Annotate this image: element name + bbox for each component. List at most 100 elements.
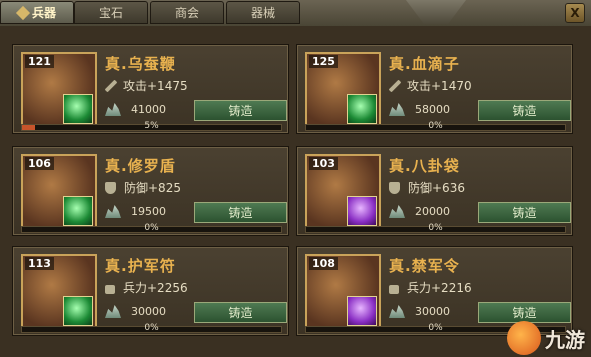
item-cost-value: 20000 — [415, 205, 450, 218]
gem-icon — [63, 296, 93, 326]
forge-progress-bar: 0% — [21, 323, 282, 333]
item-stat: 兵力+2216 — [389, 279, 472, 296]
forge-button[interactable]: 铸造 — [194, 100, 287, 121]
item-panel: 121 真.乌蚕鞭 攻击+1475 41000 铸造 5% 125 真.血滴子 … — [0, 26, 591, 357]
item-name: 真.护军符 — [105, 257, 176, 275]
forge-button[interactable]: 铸造 — [194, 302, 287, 323]
weapon-tab-icon — [15, 5, 31, 20]
item-name: 真.禁军令 — [389, 257, 460, 275]
item-cost: 30000 — [389, 305, 450, 318]
item-cost: 58000 — [389, 103, 450, 116]
item-cost: 20000 — [389, 205, 450, 218]
item-stat-value: 兵力+2216 — [407, 281, 472, 295]
shield-icon — [389, 181, 400, 194]
forge-button-label: 铸造 — [228, 206, 253, 220]
forge-progress-bar: 0% — [21, 223, 282, 233]
item-card: 125 真.血滴子 攻击+1470 58000 铸造 0% — [296, 44, 573, 134]
item-name: 真.八卦袋 — [389, 157, 460, 175]
tab-label: 器械 — [250, 6, 275, 20]
tab-weapons[interactable]: 兵器 — [0, 1, 74, 24]
troops-icon — [389, 284, 399, 294]
item-level: 103 — [309, 157, 338, 170]
progress-label: 5% — [144, 121, 159, 131]
ore-icon — [389, 103, 405, 116]
item-cost: 30000 — [105, 305, 166, 318]
progress-label: 0% — [428, 223, 443, 233]
item-stat: 攻击+1475 — [104, 77, 188, 94]
item-cost-value: 19500 — [131, 205, 166, 218]
close-icon: X — [570, 6, 580, 20]
forge-button-label: 铸造 — [228, 306, 253, 320]
tab-label: 兵器 — [31, 6, 56, 20]
item-cost: 41000 — [105, 103, 166, 116]
tab-bar: 兵器 宝石 商会 器械 X — [0, 0, 591, 27]
item-name: 真.血滴子 — [389, 55, 460, 73]
sword-icon — [104, 79, 118, 92]
top-ornament — [406, 0, 466, 24]
item-card: 113 真.护军符 兵力+2256 30000 铸造 0% — [12, 246, 289, 336]
watermark-text: 九游 — [545, 327, 585, 352]
item-artwork[interactable]: 125 — [305, 52, 381, 128]
item-stat: 攻击+1470 — [388, 77, 472, 94]
sword-icon — [388, 79, 402, 92]
item-artwork[interactable]: 108 — [305, 254, 381, 330]
gem-icon — [347, 296, 377, 326]
gem-icon — [347, 94, 377, 124]
item-card: 121 真.乌蚕鞭 攻击+1475 41000 铸造 5% — [12, 44, 289, 134]
ore-icon — [105, 103, 121, 116]
gem-icon — [63, 94, 93, 124]
forge-button-label: 铸造 — [512, 206, 537, 220]
item-stat: 防御+636 — [389, 179, 465, 196]
forge-button[interactable]: 铸造 — [194, 202, 287, 223]
ore-icon — [105, 305, 121, 318]
item-level: 125 — [309, 55, 338, 68]
item-stat-value: 攻击+1470 — [407, 79, 472, 93]
item-artwork[interactable]: 121 — [21, 52, 97, 128]
tab-gems[interactable]: 宝石 — [74, 1, 148, 24]
item-card: 106 真.修罗盾 防御+825 19500 铸造 0% — [12, 146, 289, 236]
item-level: 113 — [25, 257, 54, 270]
forge-button-label: 铸造 — [512, 306, 537, 320]
close-button[interactable]: X — [565, 3, 585, 23]
item-name: 真.乌蚕鞭 — [105, 55, 176, 73]
item-stat-value: 攻击+1475 — [123, 79, 188, 93]
forge-button-label: 铸造 — [228, 104, 253, 118]
tab-label: 商会 — [174, 6, 199, 20]
tab-machinery[interactable]: 器械 — [226, 1, 300, 24]
item-stat-value: 防御+636 — [408, 181, 465, 195]
tab-guild[interactable]: 商会 — [150, 1, 224, 24]
troops-icon — [105, 284, 115, 294]
shield-icon — [105, 181, 116, 194]
gem-icon — [347, 196, 377, 226]
item-artwork[interactable]: 103 — [305, 154, 381, 230]
item-level: 106 — [25, 157, 54, 170]
watermark: 九游 — [507, 321, 585, 355]
ore-icon — [389, 305, 405, 318]
item-cost-value: 58000 — [415, 103, 450, 116]
item-stat-value: 兵力+2256 — [123, 281, 188, 295]
forge-progress-bar: 0% — [305, 121, 566, 131]
item-cost-value: 30000 — [415, 305, 450, 318]
item-cost-value: 30000 — [131, 305, 166, 318]
ore-icon — [389, 205, 405, 218]
forge-button[interactable]: 铸造 — [478, 302, 571, 323]
progress-label: 0% — [144, 223, 159, 233]
ore-icon — [105, 205, 121, 218]
forge-button[interactable]: 铸造 — [478, 202, 571, 223]
forge-progress-bar: 0% — [305, 223, 566, 233]
item-artwork[interactable]: 106 — [21, 154, 97, 230]
progress-label: 0% — [144, 323, 159, 333]
gem-icon — [63, 196, 93, 226]
item-level: 121 — [25, 55, 54, 68]
forge-button[interactable]: 铸造 — [478, 100, 571, 121]
item-artwork[interactable]: 113 — [21, 254, 97, 330]
tab-label: 宝石 — [98, 6, 123, 20]
progress-label: 0% — [428, 121, 443, 131]
item-stat: 防御+825 — [105, 179, 181, 196]
item-cost: 19500 — [105, 205, 166, 218]
item-cost-value: 41000 — [131, 103, 166, 116]
item-stat-value: 防御+825 — [124, 181, 181, 195]
forge-progress-bar: 5% — [21, 121, 282, 131]
forge-button-label: 铸造 — [512, 104, 537, 118]
item-card: 103 真.八卦袋 防御+636 20000 铸造 0% — [296, 146, 573, 236]
